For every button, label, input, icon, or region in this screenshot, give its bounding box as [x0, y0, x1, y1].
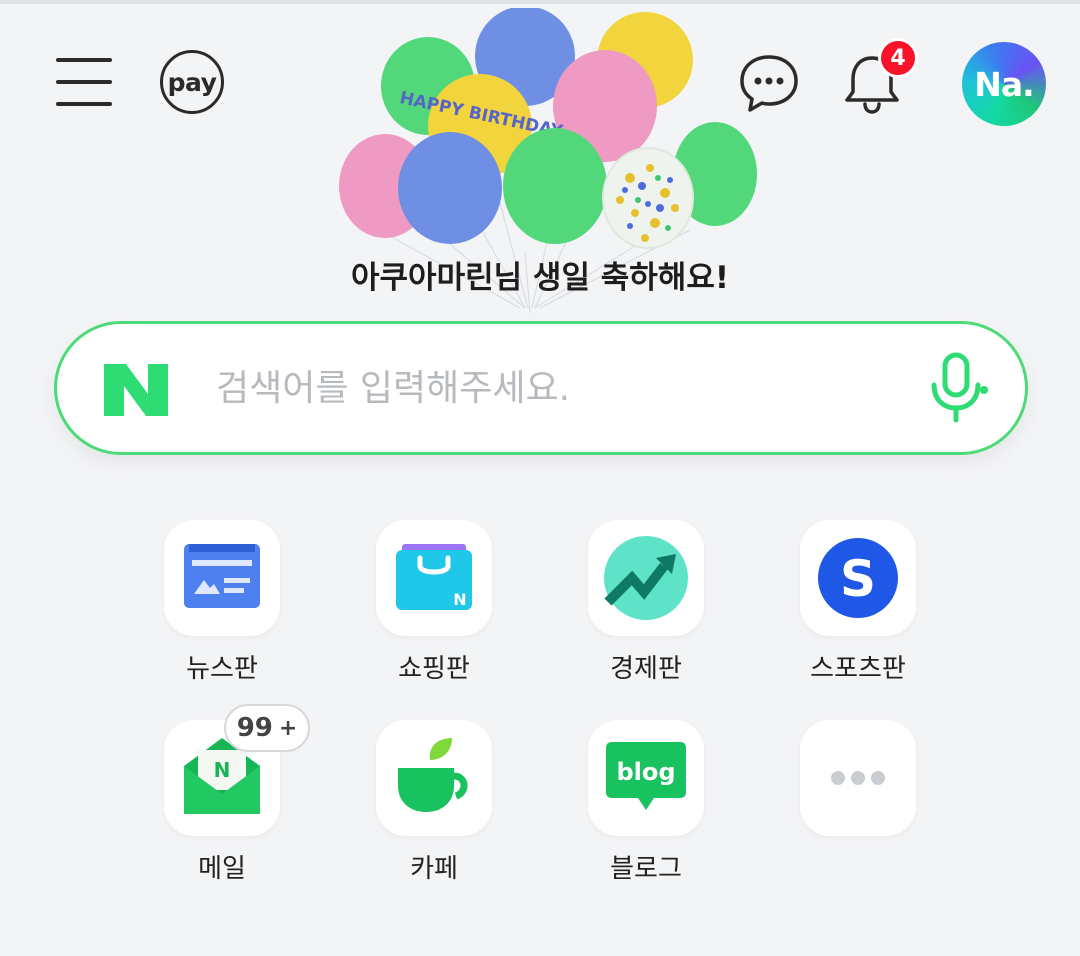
app-blog[interactable]: blog 블로그 [546, 720, 746, 920]
app-label: 경제판 [610, 654, 682, 684]
app-label: 카페 [410, 854, 458, 884]
shopping-bag-icon[interactable]: N [376, 520, 492, 636]
menu-button[interactable] [56, 58, 112, 106]
mail-count-badge: 99 + [224, 704, 310, 752]
svg-text:N: N [453, 590, 466, 609]
blog-bubble-icon[interactable]: blog [588, 720, 704, 836]
search-input[interactable] [216, 358, 896, 418]
app-label: 스포츠판 [810, 654, 906, 684]
birthday-greeting: 아쿠아마린님 생일 축하해요! [351, 260, 729, 296]
app-news[interactable]: 뉴스판 [122, 520, 322, 720]
app-more[interactable] [758, 720, 958, 920]
app-cafe[interactable]: 카페 [334, 720, 534, 920]
app-label: 메일 [198, 854, 246, 884]
app-label: 쇼핑판 [398, 654, 470, 684]
app-label: 블로그 [610, 854, 682, 884]
chat-icon[interactable] [738, 52, 800, 114]
microphone-icon[interactable] [926, 352, 990, 424]
news-icon[interactable] [164, 520, 280, 636]
stock-chart-icon[interactable] [588, 520, 704, 636]
naver-logo-icon[interactable] [102, 362, 170, 418]
svg-text:N: N [214, 758, 231, 782]
svg-text:S: S [840, 550, 876, 608]
sports-s-icon[interactable]: S [800, 520, 916, 636]
status-divider [0, 0, 1080, 4]
avatar[interactable]: Na. [962, 42, 1046, 126]
app-sports[interactable]: S 스포츠판 [758, 520, 958, 720]
notification-badge: 4 [878, 38, 918, 78]
app-shopping[interactable]: N 쇼핑판 [334, 520, 534, 720]
svg-text:blog: blog [616, 758, 675, 786]
app-economy[interactable]: 경제판 [546, 520, 746, 720]
more-dots-icon[interactable] [800, 720, 916, 836]
app-label: 뉴스판 [186, 654, 258, 684]
cafe-cup-icon[interactable] [376, 720, 492, 836]
pay-button[interactable]: pay [160, 50, 224, 114]
